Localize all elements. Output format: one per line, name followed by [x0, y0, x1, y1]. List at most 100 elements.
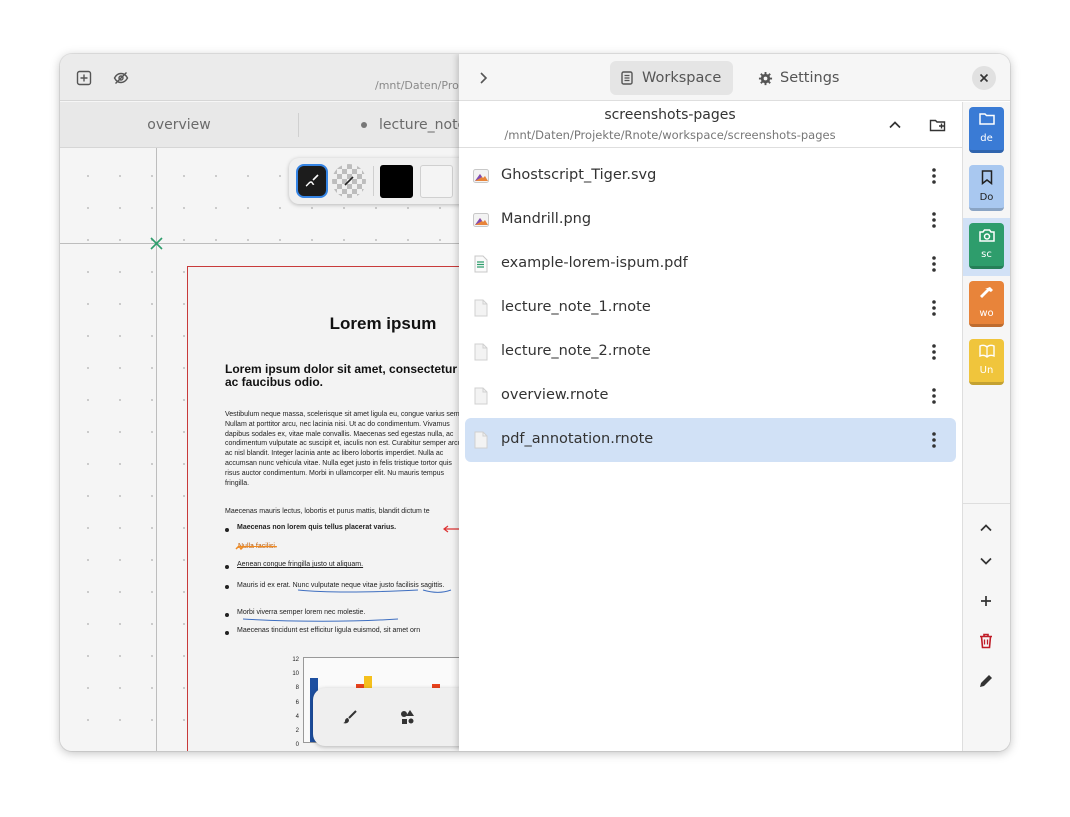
- file-icon: [473, 431, 489, 449]
- brush-tool-button[interactable]: [338, 705, 362, 729]
- list-bullet: [225, 565, 229, 569]
- list-bullet: [225, 631, 229, 635]
- kebab-menu-icon: [932, 212, 936, 228]
- kebab-menu-icon: [932, 168, 936, 184]
- tab-workspace[interactable]: Workspace: [610, 61, 733, 95]
- parent-directory-button[interactable]: [883, 113, 907, 137]
- tick-label: 6: [295, 699, 299, 706]
- page-title: Lorem ipsum: [329, 314, 437, 333]
- file-icon: [473, 299, 489, 317]
- brush-style-button[interactable]: [296, 164, 328, 198]
- workspace-header: screenshots-pages /mnt/Daten/Projekte/Rn…: [459, 102, 962, 148]
- move-workspace-up-button[interactable]: [974, 516, 998, 540]
- new-folder-button[interactable]: [925, 113, 949, 137]
- image-icon: [473, 211, 489, 229]
- workspace-item[interactable]: de: [969, 107, 1004, 153]
- tab-bar: overview lecture_note_: [60, 102, 473, 148]
- strip-divider: [963, 503, 1010, 504]
- brush-icon: [343, 710, 357, 724]
- workspace-item[interactable]: wo: [969, 281, 1004, 327]
- file-row[interactable]: pdf_annotation.rnote: [465, 418, 956, 462]
- plus-icon: [981, 596, 991, 606]
- file-menu-button[interactable]: [922, 252, 946, 276]
- close-button[interactable]: [972, 66, 996, 90]
- tab-workspace-label: Workspace: [642, 70, 722, 86]
- book-icon: [978, 344, 995, 361]
- file-menu-button[interactable]: [922, 428, 946, 452]
- file-row[interactable]: overview.rnote: [465, 374, 956, 418]
- add-tab-icon: [76, 70, 92, 86]
- file-row[interactable]: lecture_note_2.rnote: [465, 330, 956, 374]
- workspace-item[interactable]: sc: [969, 223, 1004, 269]
- file-menu-button[interactable]: [922, 296, 946, 320]
- list-bullet: [225, 528, 229, 532]
- tick-label: 4: [295, 713, 299, 720]
- move-workspace-down-button[interactable]: [974, 549, 998, 573]
- file-menu-button[interactable]: [922, 340, 946, 364]
- unsaved-dot-icon: [361, 122, 367, 128]
- file-menu-button[interactable]: [922, 208, 946, 232]
- toolbar-divider: [373, 166, 374, 196]
- tick-label: 12: [292, 657, 299, 663]
- folder-icon: [978, 112, 995, 129]
- workspace-icon: [621, 71, 633, 85]
- chevron-up-icon: [980, 524, 992, 532]
- new-tab-button[interactable]: [70, 64, 98, 92]
- file-row[interactable]: Mandrill.png: [465, 198, 956, 242]
- pen-stroke-icon: [305, 174, 319, 187]
- file-menu-button[interactable]: [922, 384, 946, 408]
- folder-new-icon: [929, 119, 945, 132]
- file-row[interactable]: example-lorem-ispum.pdf: [465, 242, 956, 286]
- annotation-arrow: [443, 525, 459, 533]
- file-row[interactable]: lecture_note_1.rnote: [465, 286, 956, 330]
- shapes-icon: [401, 710, 414, 724]
- tab-label: overview: [147, 117, 211, 133]
- chevron-right-icon: [480, 72, 488, 84]
- workspace-item[interactable]: Un: [969, 339, 1004, 385]
- color-swatch-white[interactable]: [420, 165, 453, 198]
- drawing-canvas[interactable]: Lorem ipsum Lorem ipsum dolor sit amet, …: [60, 148, 460, 751]
- kebab-menu-icon: [932, 256, 936, 272]
- file-menu-button[interactable]: [922, 164, 946, 188]
- eraser-style-button[interactable]: [332, 164, 366, 198]
- kebab-menu-icon: [932, 388, 936, 404]
- list-bullet: [225, 585, 229, 589]
- chart-ticks: 12 10 8 6 4 2 0: [283, 653, 299, 751]
- workspace-label: Un: [979, 365, 994, 376]
- page-subtitle: Lorem ipsum dolor sit amet, consectetur …: [225, 362, 460, 389]
- edit-workspace-button[interactable]: [974, 669, 998, 693]
- list-item: Maecenas non lorem quis tellus placerat …: [237, 524, 397, 531]
- file-name: pdf_annotation.rnote: [501, 431, 654, 447]
- document-page: Lorem ipsum Lorem ipsum dolor sit amet, …: [187, 266, 460, 751]
- workspace-label: Do: [979, 192, 994, 203]
- tick-label: 8: [295, 685, 299, 692]
- eye-hidden-icon: [113, 72, 129, 84]
- tab-divider: [298, 113, 299, 137]
- kebab-menu-icon: [932, 344, 936, 360]
- collapse-sidebar-button[interactable]: [469, 64, 497, 92]
- add-workspace-button[interactable]: [974, 589, 998, 613]
- gear-icon: [758, 71, 773, 85]
- list-item: Maecenas tincidunt est efficitur ligula …: [237, 627, 421, 634]
- shapes-tool-button[interactable]: [395, 705, 419, 729]
- pen-alt-icon: [344, 176, 354, 186]
- tools-toolbar: [313, 688, 460, 746]
- page-body-text: Vestibulum neque massa, scelerisque sit …: [225, 411, 460, 487]
- file-list: Ghostscript_Tiger.svg Mandrill.png example…: [465, 154, 956, 462]
- hide-button[interactable]: [107, 64, 135, 92]
- main-area: /mnt/Daten/Pro overview lecture_note_ Lo…: [60, 54, 473, 751]
- tab-settings[interactable]: Settings: [748, 61, 849, 95]
- kebab-menu-icon: [932, 432, 936, 448]
- file-name: Mandrill.png: [501, 211, 592, 227]
- pen-toolbar: [289, 158, 460, 204]
- workspace-item[interactable]: Do: [969, 165, 1004, 211]
- delete-workspace-button[interactable]: [974, 629, 998, 653]
- workspace-label: wo: [979, 308, 994, 319]
- file-row[interactable]: Ghostscript_Tiger.svg: [465, 154, 956, 198]
- file-name: lecture_note_2.rnote: [501, 343, 651, 359]
- tab-overview[interactable]: overview: [60, 102, 298, 148]
- color-swatch-black[interactable]: [380, 165, 413, 198]
- document-path: /mnt/Daten/Pro: [375, 79, 459, 92]
- workspace-path: /mnt/Daten/Projekte/Rnote/workspace/scre…: [504, 128, 836, 142]
- file-icon: [473, 387, 489, 405]
